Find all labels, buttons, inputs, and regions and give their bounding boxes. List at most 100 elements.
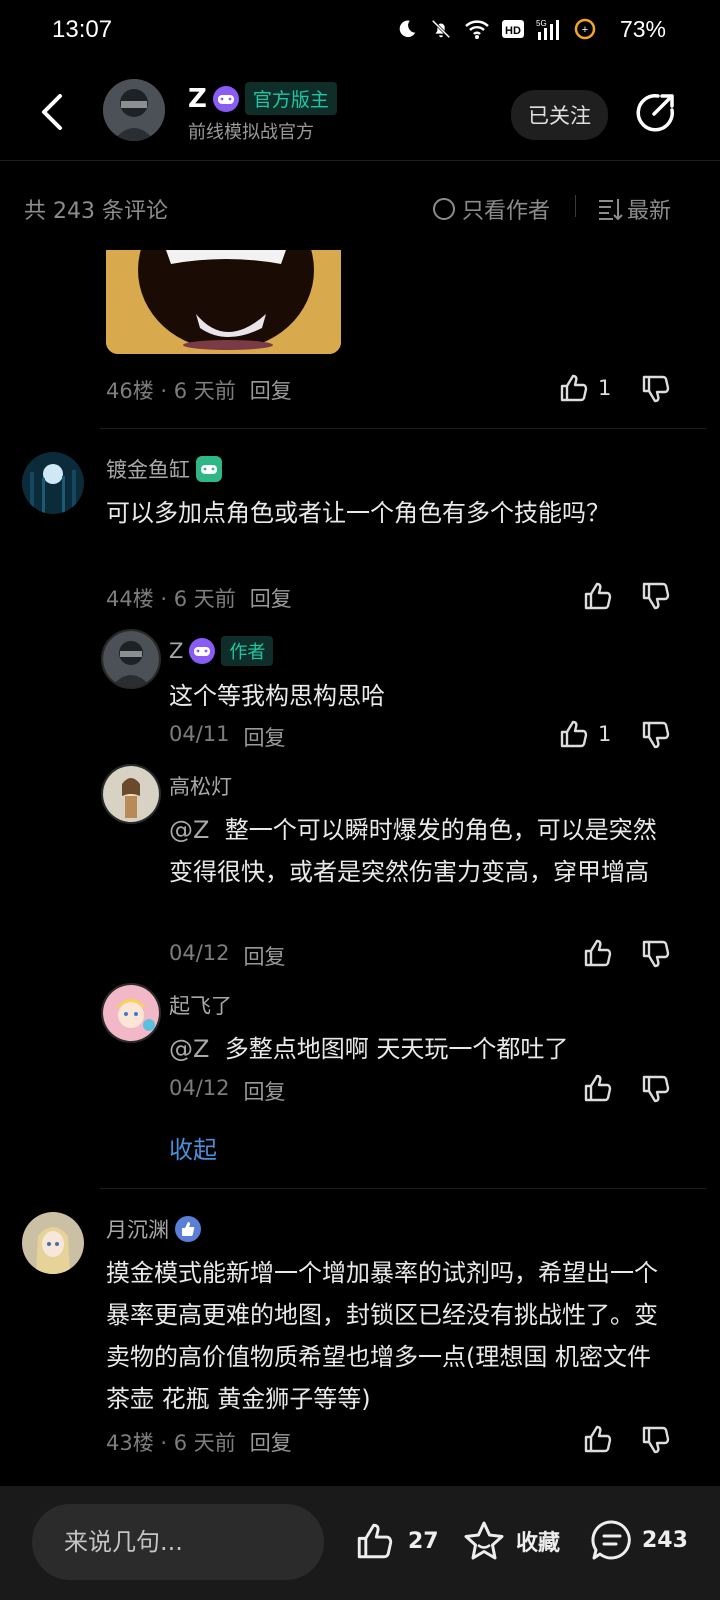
- username[interactable]: 镀金鱼缸: [106, 454, 190, 484]
- star-icon: [464, 1521, 504, 1560]
- floor-time: 44楼 · 6 天前: [106, 587, 236, 611]
- username[interactable]: 高松灯: [169, 771, 232, 801]
- reply-button[interactable]: 回复: [244, 1076, 286, 1106]
- comment-count: 共 243 条评论: [24, 199, 168, 224]
- comment-input[interactable]: 来说几句...: [32, 1504, 324, 1580]
- thumbs-up-badge-icon: [175, 1216, 201, 1242]
- avatar[interactable]: [103, 79, 165, 141]
- wifi-icon: [465, 20, 489, 39]
- reply-button[interactable]: 回复: [244, 941, 286, 971]
- reply-button[interactable]: 回复: [250, 375, 292, 405]
- comment-meta: 43楼 · 6 天前 回复: [106, 1427, 292, 1457]
- comment-meta: 46楼 · 6 天前 回复: [106, 375, 292, 405]
- reply-button[interactable]: 回复: [250, 583, 292, 613]
- like-count: 1: [598, 722, 612, 746]
- comment-text: 可以多加点角色或者让一个角色有多个技能吗？: [106, 499, 610, 527]
- thumbs-up-icon: [357, 1523, 393, 1559]
- avatar[interactable]: [22, 452, 84, 514]
- reply-date: 04/11: [169, 722, 230, 746]
- sort-label: 最新: [627, 199, 672, 224]
- signal-icon: 5G: [536, 19, 559, 40]
- reply-button[interactable]: 回复: [250, 1427, 292, 1457]
- svg-text:+: +: [582, 24, 588, 36]
- comment-image[interactable]: [106, 250, 341, 354]
- like-count: 1: [598, 376, 612, 400]
- battery-icon: +: [574, 18, 596, 40]
- radio-circle-icon: [433, 198, 455, 220]
- thumbs-down-icon[interactable]: [640, 373, 672, 405]
- mute-bell-icon: [431, 19, 451, 39]
- avatar[interactable]: [101, 629, 161, 689]
- floor-time: 43楼 · 6 天前: [106, 1431, 236, 1455]
- thumbs-down-icon[interactable]: [640, 1073, 672, 1105]
- reply-meta: 04/12 回复: [169, 1076, 286, 1106]
- reply-text: 这个等我构思构思哈: [169, 682, 385, 710]
- reply-body: 整一个可以瞬时爆发的角色，可以是突然变得很快，或者是突然伤害力变高，穿甲增高: [169, 816, 657, 886]
- reply-button[interactable]: 回复: [244, 722, 286, 752]
- comment-text: 摸金模式能新增一个增加暴率的试剂吗，希望出一个暴率更高更难的地图，封锁区已经没有…: [106, 1259, 658, 1413]
- username[interactable]: 月沉渊: [106, 1214, 169, 1244]
- thumbs-up-icon: [560, 720, 588, 748]
- official-moderator-badge: 官方版主: [244, 82, 337, 115]
- post-like-button[interactable]: 27: [354, 1520, 439, 1562]
- mention[interactable]: @Z: [169, 816, 209, 844]
- gamepad-badge-icon: [196, 456, 222, 482]
- avatar[interactable]: [101, 983, 161, 1043]
- thumbs-down-icon[interactable]: [640, 938, 672, 970]
- follow-button[interactable]: 已关注: [511, 90, 608, 140]
- author-name[interactable]: Z: [188, 84, 207, 114]
- back-arrow-icon[interactable]: [36, 92, 66, 132]
- comment-bubble-icon: [591, 1520, 631, 1560]
- author-only-toggle[interactable]: 只看作者: [432, 193, 550, 225]
- author-tag: 作者: [221, 636, 274, 666]
- thumbs-up-icon[interactable]: [582, 580, 614, 612]
- reply-meta: 04/12 回复: [169, 941, 286, 971]
- like-button[interactable]: 1: [558, 718, 611, 750]
- sort-icon: [599, 199, 623, 221]
- username[interactable]: Z: [169, 639, 183, 663]
- thumbs-down-icon[interactable]: [640, 719, 672, 751]
- svg-text:5G: 5G: [536, 19, 547, 28]
- battery-percent: 73%: [619, 16, 666, 42]
- share-icon[interactable]: [634, 90, 678, 134]
- divider: [100, 428, 706, 429]
- mention[interactable]: @Z: [169, 1035, 209, 1063]
- comments-button[interactable]: 243: [590, 1518, 688, 1562]
- divider: [575, 195, 576, 217]
- reply-text: @Z 整一个可以瞬时爆发的角色，可以是突然变得很快，或者是突然伤害力变高，穿甲增…: [169, 809, 669, 893]
- hd-icon: HD: [502, 20, 524, 38]
- status-icons: HD 5G +: [396, 18, 596, 40]
- thumbs-up-icon[interactable]: [582, 937, 614, 969]
- comments-count: 243: [642, 1527, 688, 1553]
- avatar[interactable]: [101, 764, 161, 824]
- sort-button[interactable]: 最新: [597, 193, 671, 225]
- author-only-label: 只看作者: [462, 199, 551, 224]
- reply-meta: 04/11 回复: [169, 722, 286, 752]
- moon-icon: [399, 20, 416, 38]
- svg-text:HD: HD: [505, 25, 521, 37]
- divider: [100, 1188, 706, 1189]
- reply-body: 多整点地图啊 天天玩一个都吐了: [224, 1035, 569, 1063]
- thumbs-down-icon[interactable]: [640, 580, 672, 612]
- author-subtitle: 前线模拟战官方: [188, 122, 314, 143]
- username[interactable]: 起飞了: [169, 990, 232, 1020]
- avatar[interactable]: [22, 1212, 84, 1274]
- header: Z 官方版主 前线模拟战官方: [0, 66, 720, 161]
- gamepad-badge-icon: [189, 638, 216, 664]
- floor-time: 46楼 · 6 天前: [106, 379, 236, 403]
- favorite-button[interactable]: 收藏: [462, 1520, 560, 1562]
- collapse-replies-button[interactable]: 收起: [169, 1130, 217, 1165]
- reply-date: 04/12: [169, 941, 230, 965]
- status-bar: 13:07 HD 5G + 73%: [0, 0, 720, 66]
- status-time: 13:07: [52, 16, 113, 43]
- comment-meta: 44楼 · 6 天前 回复: [106, 583, 292, 613]
- like-button[interactable]: 1: [558, 372, 611, 404]
- post-like-count: 27: [408, 1528, 439, 1554]
- thumbs-up-icon[interactable]: [582, 1072, 614, 1104]
- gamepad-badge-icon: [212, 85, 239, 112]
- reply-date: 04/12: [169, 1076, 230, 1100]
- thumbs-down-icon[interactable]: [640, 1424, 672, 1456]
- thumbs-up-icon: [560, 374, 588, 402]
- favorite-label: 收藏: [516, 1531, 561, 1556]
- thumbs-up-icon[interactable]: [582, 1423, 614, 1455]
